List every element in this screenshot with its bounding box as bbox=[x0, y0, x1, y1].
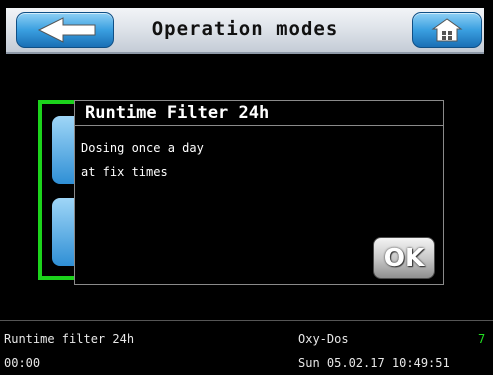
dialog-title: Runtime Filter 24h bbox=[75, 101, 443, 126]
home-button[interactable] bbox=[412, 12, 482, 48]
header-bar: Operation modes bbox=[6, 8, 484, 54]
status-datetime: Sun 05.02.17 10:49:51 bbox=[298, 356, 450, 370]
screen: Operation modes Runtime Filter 24h Dosin… bbox=[0, 0, 493, 374]
info-dialog: Runtime Filter 24h Dosing once a day at … bbox=[74, 100, 444, 285]
status-timer: 00:00 bbox=[4, 356, 41, 370]
status-device: Oxy-Dos bbox=[298, 332, 349, 346]
status-indicator: 7 bbox=[478, 332, 486, 346]
status-bar: Runtime filter 24h 00:00 Oxy-Dos 7 Sun 0… bbox=[0, 320, 493, 375]
dialog-text-line-1: Dosing once a day bbox=[81, 141, 204, 155]
home-icon bbox=[431, 18, 463, 42]
status-mode: Runtime filter 24h bbox=[4, 332, 135, 346]
dialog-text-line-2: at fix times bbox=[81, 165, 168, 179]
ok-button[interactable]: OK bbox=[373, 237, 435, 279]
